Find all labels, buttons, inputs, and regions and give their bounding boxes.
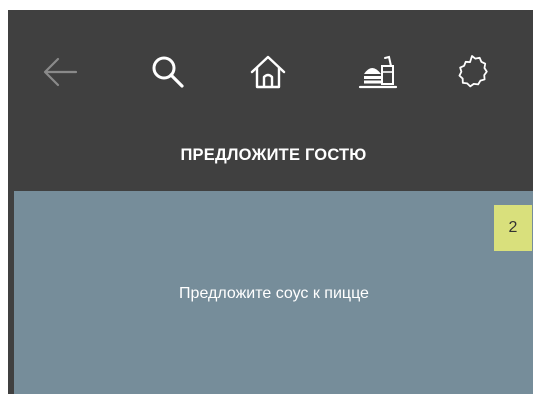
app-frame: ПРЕДЛОЖИТЕ ГОСТЮ 2 Предложите соус к пиц…: [8, 10, 533, 394]
suggestion-card[interactable]: 2 Предложите соус к пицце: [14, 191, 533, 394]
suggestion-text: Предложите соус к пицце: [179, 285, 369, 302]
count-badge: 2: [494, 205, 532, 251]
section-title: ПРЕДЛОЖИТЕ ГОСТЮ: [180, 146, 367, 164]
burger-drink-icon[interactable]: [356, 50, 400, 94]
settings-cog-icon[interactable]: [450, 50, 494, 94]
home-icon[interactable]: [246, 50, 290, 94]
search-icon[interactable]: [146, 50, 190, 94]
back-arrow-icon[interactable]: [38, 50, 82, 94]
toolbar: [8, 24, 533, 114]
